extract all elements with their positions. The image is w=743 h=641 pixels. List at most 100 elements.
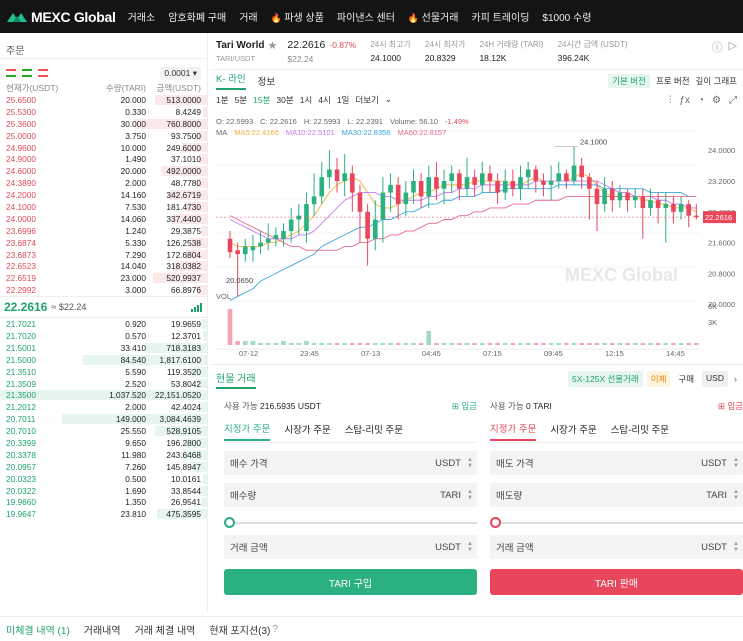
gauge-icon[interactable]: ◔ xyxy=(698,95,704,106)
fullscreen-icon[interactable]: ⤢ xyxy=(729,95,737,106)
ask-row[interactable]: 25.3600 30.000 760.8000 xyxy=(0,118,207,130)
tab-trade-history[interactable]: 거래 체결 내역 xyxy=(135,622,196,637)
bid-row[interactable]: 21.7020 0.570 12.3701 xyxy=(0,330,207,342)
info-icon[interactable]: ⓘ xyxy=(712,39,723,55)
sell-tab-stoplimit[interactable]: 스탑-리밋 주문 xyxy=(611,422,669,440)
bid-row[interactable]: 21.7021 0.920 19.9659 xyxy=(0,318,207,330)
ask-row[interactable]: 22.6519 23.000 520.9937 xyxy=(0,272,207,284)
slider-knob[interactable] xyxy=(224,517,235,528)
tab-open-orders[interactable]: 미체결 내역 (1) xyxy=(6,622,70,637)
ask-row[interactable]: 24.0000 14.060 337.4400 xyxy=(0,213,207,225)
settings-icon[interactable]: ⚙ xyxy=(712,95,721,106)
bid-row[interactable]: 20.3399 9.650 196.2800 xyxy=(0,437,207,449)
buy-tab-limit[interactable]: 지정가 주문 xyxy=(224,421,271,441)
tab-kline[interactable]: K- 라인 xyxy=(216,71,246,90)
buy-tab-market[interactable]: 시장가 주문 xyxy=(284,422,330,440)
ask-row[interactable]: 24.9000 1.490 37.1010 xyxy=(0,153,207,165)
trade-pill-1[interactable]: 이체 xyxy=(646,371,671,387)
ask-row[interactable]: 23.6873 7.290 172.6804 xyxy=(0,249,207,261)
buy-deposit-link[interactable]: ⊞ 입금 xyxy=(452,400,477,412)
nav-item-7[interactable]: $1000 수령 xyxy=(542,9,591,24)
interval-1[interactable]: 5분 xyxy=(235,94,248,106)
bid-row[interactable]: 19.9647 23.810 475.3595 xyxy=(0,508,207,520)
interval-5[interactable]: 4시 xyxy=(318,94,331,106)
interval-0[interactable]: 1분 xyxy=(216,94,229,106)
bid-row[interactable]: 21.2012 2.000 42.4024 xyxy=(0,401,207,413)
bid-row[interactable]: 21.3509 2.520 53.8042 xyxy=(0,378,207,390)
ask-row[interactable]: 24.2000 14.160 342.6719 xyxy=(0,189,207,201)
sell-price-input[interactable]: 매도 가격 USDT ▲ ▼ xyxy=(490,451,743,475)
trade-pill-2[interactable]: 구매 xyxy=(674,371,699,387)
bid-row[interactable]: 20.0957 7.260 145.8947 xyxy=(0,461,207,473)
interval-4[interactable]: 1시 xyxy=(300,94,313,106)
bid-row[interactable]: 20.3378 11.980 243.6468 xyxy=(0,449,207,461)
favorite-star-icon[interactable]: ★ xyxy=(268,39,278,52)
precision-select[interactable]: 0.0001 ▾ xyxy=(160,66,201,80)
spot-trade-title[interactable]: 현물 거래 xyxy=(216,370,256,389)
trade-pill-0[interactable]: 5X-125X 선물거래 xyxy=(568,371,643,387)
tab-positions[interactable]: 현재 포지션(3) xyxy=(209,622,270,637)
basic-version-button[interactable]: 기본 버전 xyxy=(608,73,650,88)
nav-item-2[interactable]: 거래 xyxy=(239,9,257,24)
buy-amount-input[interactable]: 거래 금액 USDT ▲ ▼ xyxy=(224,535,477,559)
sell-tab-limit[interactable]: 지정가 주문 xyxy=(490,421,537,441)
interval-3[interactable]: 30분 xyxy=(276,94,293,106)
function-icon[interactable]: ƒx xyxy=(679,95,690,106)
buy-qty-input[interactable]: 매수량 TARI ▲ ▼ xyxy=(224,483,477,507)
ask-row[interactable]: 24.9600 10.000 249.6000 xyxy=(0,142,207,154)
help-icon[interactable]: ? xyxy=(272,624,278,635)
nav-item-5[interactable]: 🔥 선물거래 xyxy=(408,9,459,24)
sell-amount-input[interactable]: 거래 금액 USDT ▲ ▼ xyxy=(490,535,743,559)
chevron-right-icon[interactable]: › xyxy=(734,374,737,384)
nav-item-1[interactable]: 암호화폐 구매 xyxy=(168,9,226,24)
play-icon[interactable]: ▷ xyxy=(729,39,737,55)
ask-row[interactable]: 22.2992 3.000 66.8976 xyxy=(0,284,207,296)
sell-deposit-link[interactable]: ⊞ 입금 xyxy=(718,400,743,412)
pro-version-button[interactable]: 프로 버전 xyxy=(656,75,690,87)
slider-knob[interactable] xyxy=(490,517,501,528)
interval-6[interactable]: 1일 xyxy=(337,94,350,106)
bid-row[interactable]: 21.3510 5.590 119.3520 xyxy=(0,366,207,378)
candlestick-chart[interactable]: MEXC GlobalVOL24.000023.200022.400021.60… xyxy=(210,113,743,363)
ask-row[interactable]: 22.6523 14.040 318.0382 xyxy=(0,260,207,272)
orderbook-asks-view-icon[interactable] xyxy=(38,69,48,77)
orderbook-both-view-icon[interactable] xyxy=(6,69,16,77)
bid-row[interactable]: 19.9660 1.350 26.9541 xyxy=(0,497,207,509)
nav-item-0[interactable]: 거래소 xyxy=(128,9,156,24)
trade-pill-3[interactable]: USD xyxy=(702,371,728,387)
bid-row[interactable]: 20.0323 0.500 10.0161 xyxy=(0,473,207,485)
nav-item-3[interactable]: 🔥 파생 상품 xyxy=(271,9,324,24)
sell-percent-slider[interactable] xyxy=(490,513,743,531)
nav-item-4[interactable]: 파이낸스 센터 xyxy=(337,9,395,24)
nav-item-6[interactable]: 카피 트레이딩 xyxy=(471,9,529,24)
ask-row[interactable]: 25.5300 0.330 8.4249 xyxy=(0,106,207,118)
bid-row[interactable]: 21.5000 84.540 1,817.6100 xyxy=(0,354,207,366)
ask-row[interactable]: 25.0000 3.750 93.7500 xyxy=(0,130,207,142)
bid-row[interactable]: 21.5001 33.410 718.3183 xyxy=(0,342,207,354)
ask-row[interactable]: 23.6874 5.330 126.2538 xyxy=(0,237,207,249)
buy-tab-stoplimit[interactable]: 스탑-리밋 주문 xyxy=(345,422,403,440)
buy-submit-button[interactable]: TARI 구입 xyxy=(224,569,477,595)
ask-row[interactable]: 25.6500 20.000 513.0000 xyxy=(0,94,207,106)
ask-row[interactable]: 24.1000 7.530 181.4730 xyxy=(0,201,207,213)
bid-row[interactable]: 20.0322 1.690 33.8544 xyxy=(0,485,207,497)
mexc-logo[interactable]: MEXC Global xyxy=(6,9,116,25)
bid-row[interactable]: 20.7010 25.550 528.9105 xyxy=(0,425,207,437)
sell-submit-button[interactable]: TARI 판매 xyxy=(490,569,743,595)
bid-row[interactable]: 21.3500 1,037.520 22,151.0520 xyxy=(0,389,207,401)
buy-price-input[interactable]: 매수 가격 USDT ▲ ▼ xyxy=(224,451,477,475)
bid-row[interactable]: 20.7011 149.000 3,084.4639 xyxy=(0,413,207,425)
ask-row[interactable]: 24.3890 2.000 48.7780 xyxy=(0,177,207,189)
sell-tab-market[interactable]: 시장가 주문 xyxy=(550,422,596,440)
depth-chart-button[interactable]: 깊이 그래프 xyxy=(696,75,737,87)
indicator-icon[interactable]: ⫶ xyxy=(669,95,672,106)
ask-row[interactable]: 24.6000 20.000 492.0000 xyxy=(0,165,207,177)
buy-percent-slider[interactable] xyxy=(224,513,477,531)
ask-row[interactable]: 23.6996 1.240 29.3875 xyxy=(0,225,207,237)
interval-2[interactable]: 15분 xyxy=(253,94,270,106)
orderbook-bids-view-icon[interactable] xyxy=(22,69,32,77)
interval-7[interactable]: 더보기 xyxy=(355,94,378,106)
sell-qty-input[interactable]: 매도량 TARI ▲ ▼ xyxy=(490,483,743,507)
tab-info[interactable]: 정보 xyxy=(258,74,275,88)
tab-order-history[interactable]: 거래내역 xyxy=(84,622,121,637)
